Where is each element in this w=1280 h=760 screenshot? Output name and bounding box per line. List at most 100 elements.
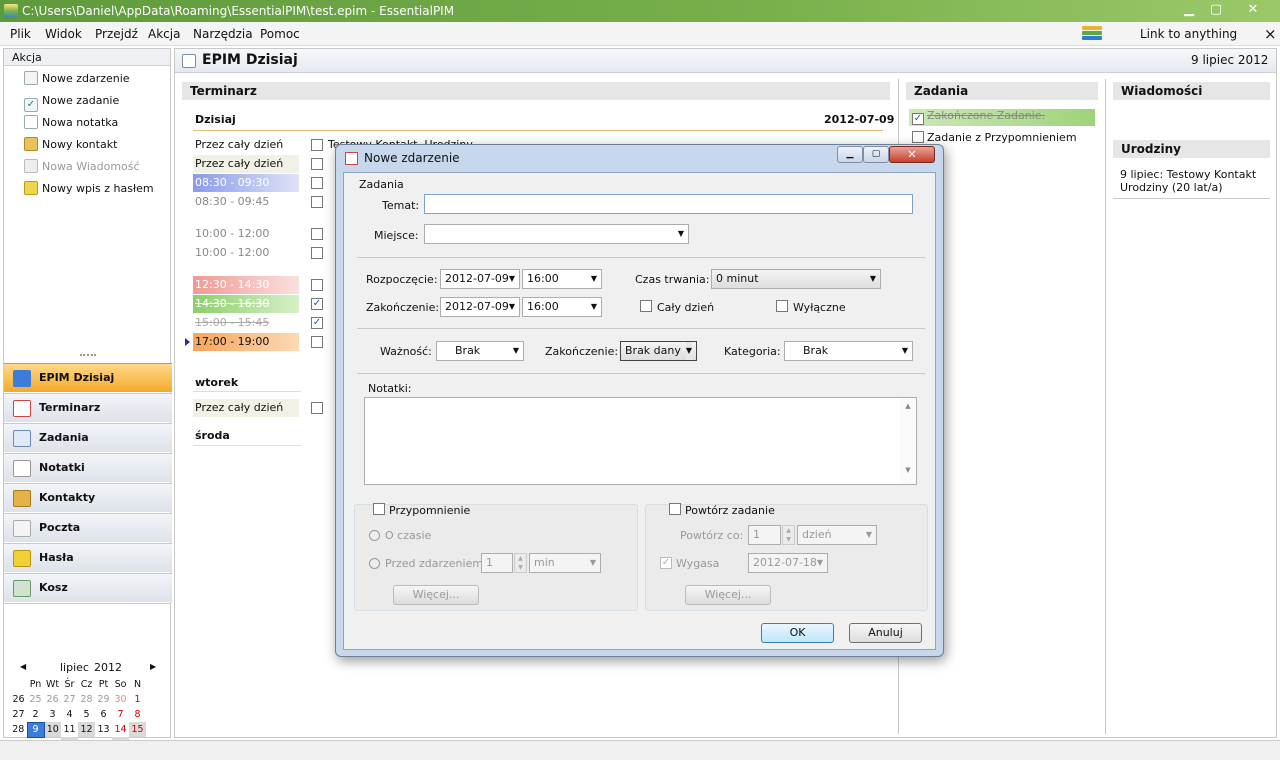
minimize-icon[interactable]: ▁ <box>1178 1 1200 19</box>
calendar-day[interactable]: 2 <box>27 707 44 722</box>
reminder-checkbox[interactable] <box>373 503 385 515</box>
menu-widok[interactable]: Widok <box>45 27 82 41</box>
event-time[interactable]: 15:00 - 15:45 <box>193 314 299 332</box>
link-to-anything[interactable]: Link to anything <box>1140 27 1237 41</box>
completion-select[interactable]: Brak dany ▼ <box>620 341 697 361</box>
cancel-button[interactable]: Anuluj <box>849 623 922 643</box>
scroll-up-icon[interactable]: ▲ <box>900 402 916 410</box>
dialog-minimize-icon[interactable]: ▁ <box>837 146 863 163</box>
calendar-day[interactable]: 25 <box>27 692 44 707</box>
nav-contacts[interactable]: Kontakty <box>4 483 172 512</box>
event-checkbox[interactable] <box>311 247 323 259</box>
calendar-day[interactable]: 11 <box>61 722 78 737</box>
nav-passwords[interactable]: Hasła <box>4 543 172 572</box>
nav-trash[interactable]: Kosz <box>4 573 172 602</box>
event-time[interactable]: 08:30 - 09:30 <box>193 174 299 192</box>
birthday-detail[interactable]: Urodziny (20 lat/a) <box>1120 181 1223 194</box>
task-row-completed[interactable]: ✓ Zakończone Zadanie. <box>909 109 1095 126</box>
nav-tasks[interactable]: Zadania <box>4 423 172 452</box>
action-new-task[interactable]: ✓ Nowe zadanie <box>24 92 119 112</box>
calendar-day[interactable]: 10 <box>44 722 61 737</box>
next-month-arrow[interactable]: ▶ <box>150 662 156 671</box>
exclusive-checkbox[interactable] <box>776 300 788 312</box>
menu-narzedzia[interactable]: Narzędzia <box>193 27 253 41</box>
calendar-day[interactable]: 7 <box>112 707 129 722</box>
calendar-day[interactable]: 12 <box>78 722 95 737</box>
birthday-line[interactable]: 9 lipiec: Testowy Kontakt <box>1120 168 1256 181</box>
event-checkbox[interactable] <box>311 158 323 170</box>
priority-select[interactable]: Brak ▼ <box>436 341 524 361</box>
event-checkbox[interactable] <box>311 139 323 151</box>
task-checkbox[interactable] <box>912 131 924 143</box>
link-anything-icon[interactable] <box>1082 26 1102 41</box>
repeat-checkbox[interactable] <box>669 503 681 515</box>
nav-notes[interactable]: Notatki <box>4 453 172 482</box>
calendar-day[interactable]: 8 <box>129 707 146 722</box>
action-new-password[interactable]: Nowy wpis z hasłem <box>24 180 154 198</box>
close-icon[interactable]: ✕ <box>1240 1 1266 19</box>
calendar-day[interactable]: 3 <box>44 707 61 722</box>
nav-calendar[interactable]: Terminarz <box>4 393 172 422</box>
maximize-icon[interactable]: ▢ <box>1205 1 1227 19</box>
event-time[interactable]: 12:30 - 14:30 <box>193 276 299 294</box>
repeat-more-button[interactable]: Więcej... <box>685 585 771 605</box>
calendar-month[interactable]: lipiec <box>60 661 89 674</box>
event-checkbox[interactable]: ✓ <box>311 317 323 329</box>
event-checkbox[interactable] <box>311 196 323 208</box>
action-new-note[interactable]: Nowa notatka <box>24 114 118 132</box>
event-checkbox[interactable] <box>311 177 323 189</box>
dialog-close-icon[interactable]: ✕ <box>889 146 935 163</box>
action-new-message[interactable]: Nowa Wiadomość <box>24 158 140 176</box>
expires-date-picker[interactable]: 2012-07-18 ▼ <box>748 553 828 573</box>
event-checkbox[interactable] <box>311 336 323 348</box>
scroll-down-icon[interactable]: ▼ <box>900 466 916 474</box>
temat-input[interactable] <box>424 194 913 214</box>
event-checkbox[interactable] <box>311 279 323 291</box>
calendar-day[interactable]: 27 <box>61 692 78 707</box>
task-checkbox[interactable]: ✓ <box>912 113 924 125</box>
event-checkbox[interactable] <box>311 402 323 414</box>
splitter-handle[interactable] <box>80 354 96 357</box>
calendar-day[interactable]: 15 <box>129 722 146 737</box>
calendar-day[interactable]: 5 <box>78 707 95 722</box>
prev-month-arrow[interactable]: ◀ <box>20 662 26 671</box>
menu-pomoc[interactable]: Pomoc <box>260 27 300 41</box>
end-date-picker[interactable]: 2012-07-09 ▼ <box>440 297 520 317</box>
calendar-day[interactable]: 1 <box>129 692 146 707</box>
menu-plik[interactable]: Plik <box>10 27 31 41</box>
event-time[interactable]: Przez cały dzień <box>193 155 299 173</box>
calendar-day[interactable]: 26 <box>44 692 61 707</box>
event-time[interactable]: 14:30 - 16:30 <box>193 295 299 313</box>
action-new-event[interactable]: Nowe zdarzenie <box>24 70 130 88</box>
event-time[interactable]: 08:30 - 09:45 <box>193 193 299 211</box>
repeat-unit-select[interactable]: dzień ▼ <box>797 525 877 545</box>
duration-select[interactable]: 0 minut ▼ <box>711 269 881 289</box>
nav-epim-today[interactable]: EPIM Dzisiaj <box>4 363 172 392</box>
allday-checkbox[interactable] <box>640 300 652 312</box>
event-checkbox[interactable] <box>311 228 323 240</box>
calendar-day[interactable]: 14 <box>112 722 129 737</box>
event-checkbox[interactable]: ✓ <box>311 298 323 310</box>
category-select[interactable]: Brak ▼ <box>784 341 913 361</box>
menu-akcja[interactable]: Akcja <box>148 27 180 41</box>
calendar-day[interactable]: 29 <box>95 692 112 707</box>
calendar-day[interactable]: 28 <box>78 692 95 707</box>
nav-mail[interactable]: Poczta <box>4 513 172 542</box>
event-time[interactable]: 17:00 - 19:00 <box>193 333 299 351</box>
miejsce-combo[interactable]: ▼ <box>424 224 689 244</box>
end-time-picker[interactable]: 16:00 ▼ <box>522 297 602 317</box>
repeat-every-input[interactable]: 1 <box>748 525 781 545</box>
action-new-contact[interactable]: Nowy kontakt <box>24 136 117 154</box>
reminder-more-button[interactable]: Więcej... <box>393 585 479 605</box>
repeat-spinner-icon[interactable]: ▲ ▼ <box>782 525 795 545</box>
calendar-day[interactable]: 13 <box>95 722 112 737</box>
reminder-ontime-radio[interactable] <box>369 530 380 541</box>
calendar-day[interactable]: 4 <box>61 707 78 722</box>
reminder-spinner-icon[interactable]: ▲ ▼ <box>514 553 527 573</box>
calendar-day[interactable]: 9 <box>26 721 45 738</box>
reminder-unit-select[interactable]: min ▼ <box>529 553 601 573</box>
reminder-before-radio[interactable] <box>369 558 380 569</box>
event-time[interactable]: 10:00 - 12:00 <box>193 225 299 243</box>
event-time[interactable]: Przez cały dzień <box>193 136 299 154</box>
notes-scrollbar[interactable]: ▲ ▼ <box>900 398 916 484</box>
